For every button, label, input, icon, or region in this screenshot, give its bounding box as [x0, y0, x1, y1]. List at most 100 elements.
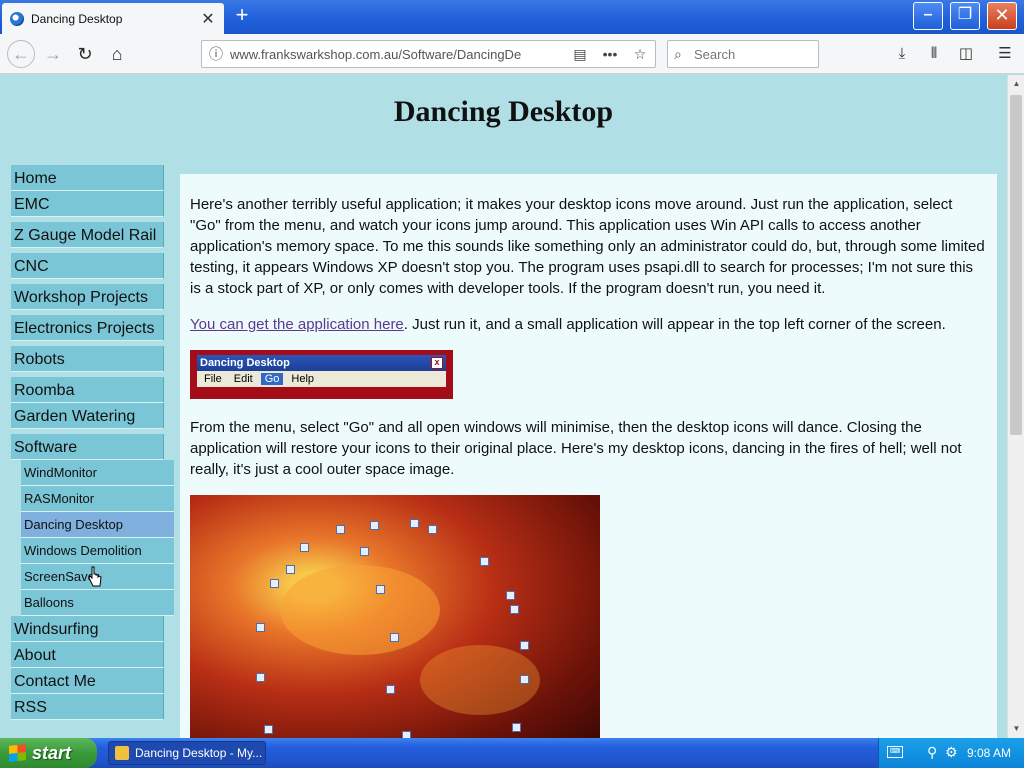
- desktop-icon: [370, 521, 379, 530]
- page-actions-icon[interactable]: •••: [595, 46, 625, 62]
- info-icon[interactable]: ⓘ: [202, 44, 230, 64]
- nav-contact-me[interactable]: Contact Me: [11, 668, 164, 694]
- download-paragraph: You can get the application here. Just r…: [190, 314, 987, 335]
- download-link[interactable]: You can get the application here: [190, 316, 404, 333]
- taskbar: start Dancing Desktop - My... ⌨ ⚲ ⚙ 9:08…: [0, 738, 1024, 768]
- main-content: Here's another terribly useful applicati…: [180, 174, 997, 738]
- url-bar[interactable]: ⓘ www.frankswarkshop.com.au/Software/Dan…: [201, 40, 656, 68]
- minimize-button[interactable]: –: [913, 2, 943, 30]
- nav-z-gauge-model-rail[interactable]: Z Gauge Model Rail: [11, 222, 164, 248]
- page-scrollbar[interactable]: ▲ ▼: [1007, 75, 1024, 738]
- scrollbar-thumb[interactable]: [1010, 95, 1022, 435]
- usage-paragraph: From the menu, select "Go" and all open …: [190, 419, 962, 478]
- tab-dancing-desktop[interactable]: Dancing Desktop ✕: [2, 3, 224, 34]
- close-window-button[interactable]: ✕: [987, 2, 1017, 30]
- nav-garden-watering[interactable]: Garden Watering: [11, 403, 164, 429]
- desktop-icon: [390, 633, 399, 642]
- desktop-icon: [520, 675, 529, 684]
- nav-windmonitor[interactable]: WindMonitor: [21, 460, 174, 486]
- desktop-icon: [520, 641, 529, 650]
- home-icon[interactable]: ⌂: [104, 41, 130, 67]
- scroll-down-icon[interactable]: ▼: [1009, 721, 1024, 737]
- app-menu-file: File: [204, 373, 222, 385]
- app-window-titlebar: Dancing Desktop x: [197, 355, 446, 371]
- tab-close-icon[interactable]: ✕: [200, 9, 216, 29]
- back-button[interactable]: ←: [7, 40, 35, 68]
- reload-icon[interactable]: ↻: [72, 41, 98, 67]
- new-tab-button[interactable]: +: [230, 4, 254, 28]
- desktop-icon: [402, 731, 411, 738]
- nav-windows-demolition[interactable]: Windows Demolition: [21, 538, 174, 564]
- nav-home[interactable]: Home: [11, 165, 164, 191]
- desktop-icon: [386, 685, 395, 694]
- nav-about[interactable]: About: [11, 642, 164, 668]
- nav-workshop-projects[interactable]: Workshop Projects: [11, 284, 164, 310]
- app-menu-help: Help: [291, 373, 315, 385]
- nav-balloons[interactable]: Balloons: [21, 590, 174, 616]
- browser-tabbar: Dancing Desktop ✕ + – ❐ ✕: [0, 0, 1024, 34]
- search-input[interactable]: [694, 46, 804, 62]
- reader-view-icon[interactable]: ▤: [565, 46, 595, 63]
- nav-dancing-desktop[interactable]: Dancing Desktop: [21, 512, 174, 538]
- desktop-icon: [376, 585, 385, 594]
- desktop-icon: [256, 673, 265, 682]
- desktop-icon: [300, 543, 309, 552]
- forward-button[interactable]: →: [40, 41, 66, 67]
- tab-title: Dancing Desktop: [31, 11, 123, 26]
- desktop-icons-image: [190, 495, 600, 738]
- page-title: Dancing Desktop: [393, 95, 614, 128]
- app-window-title: Dancing Desktop: [200, 357, 290, 369]
- search-icon: ⌕: [674, 45, 682, 62]
- nav-roomba[interactable]: Roomba: [11, 377, 164, 403]
- desktop-icon: [286, 565, 295, 574]
- system-tray: ⌨ ⚲ ⚙ 9:08 AM: [878, 738, 1024, 768]
- intro-paragraph: Here's another terribly useful applicati…: [190, 196, 985, 297]
- search-box[interactable]: ⌕: [667, 40, 819, 68]
- download-icon[interactable]: ⤓: [889, 41, 915, 67]
- scroll-up-icon[interactable]: ▲: [1009, 76, 1024, 92]
- keyboard-icon[interactable]: ⌨: [887, 746, 903, 758]
- desktop-icon: [270, 579, 279, 588]
- desktop-icon: [336, 525, 345, 534]
- desktop-icon: [480, 557, 489, 566]
- start-label: start: [32, 743, 72, 763]
- desktop-icon: [264, 725, 273, 734]
- menu-icon[interactable]: ☰: [992, 41, 1018, 67]
- start-button[interactable]: start: [0, 738, 97, 768]
- download-suffix: . Just run it, and a small application w…: [403, 316, 946, 333]
- sidebar-icon[interactable]: ◫: [953, 41, 979, 67]
- nav-emc[interactable]: EMC: [11, 191, 164, 217]
- url-text[interactable]: www.frankswarkshop.com.au/Software/Danci…: [230, 47, 565, 62]
- nebula-glow: [280, 565, 440, 655]
- page-viewport: Dancing Desktop Home EMC Z Gauge Model R…: [0, 75, 1007, 738]
- network-icon[interactable]: ⚙: [945, 744, 958, 761]
- app-close-icon: x: [431, 357, 443, 369]
- hand-cursor-icon: [88, 566, 102, 587]
- desktop-icon: [256, 623, 265, 632]
- maximize-button[interactable]: ❐: [950, 2, 980, 30]
- app-window-menubar: File Edit Go Help: [197, 371, 446, 387]
- taskbar-item-dancing-desktop[interactable]: Dancing Desktop - My...: [108, 741, 266, 765]
- desktop-icon: [428, 525, 437, 534]
- clock[interactable]: 9:08 AM: [967, 738, 1011, 768]
- desktop-icon: [506, 591, 515, 600]
- firefox-icon: [115, 746, 129, 760]
- nav-windsurfing[interactable]: Windsurfing: [11, 616, 164, 642]
- desktop-icon: [510, 605, 519, 614]
- nav-robots[interactable]: Robots: [11, 346, 164, 372]
- nav-cnc[interactable]: CNC: [11, 253, 164, 279]
- library-icon[interactable]: ⫴: [921, 41, 947, 67]
- star-icon[interactable]: ☆: [625, 46, 655, 63]
- nav-rasmonitor[interactable]: RASMonitor: [21, 486, 174, 512]
- nav-software[interactable]: Software: [11, 434, 164, 460]
- software-submenu: WindMonitor RASMonitor Dancing Desktop W…: [21, 460, 174, 616]
- nav-electronics-projects[interactable]: Electronics Projects: [11, 315, 164, 341]
- app-menu-edit: Edit: [233, 373, 253, 385]
- app-menu-go: Go: [260, 373, 284, 385]
- browser-toolbar: ← → ↻ ⌂ ⓘ www.frankswarkshop.com.au/Soft…: [0, 34, 1024, 74]
- windows-flag-icon: [9, 744, 26, 762]
- magnifier-icon[interactable]: ⚲: [927, 744, 937, 761]
- desktop-icon: [360, 547, 369, 556]
- favicon-icon: [10, 11, 24, 26]
- nav-rss[interactable]: RSS: [11, 694, 164, 720]
